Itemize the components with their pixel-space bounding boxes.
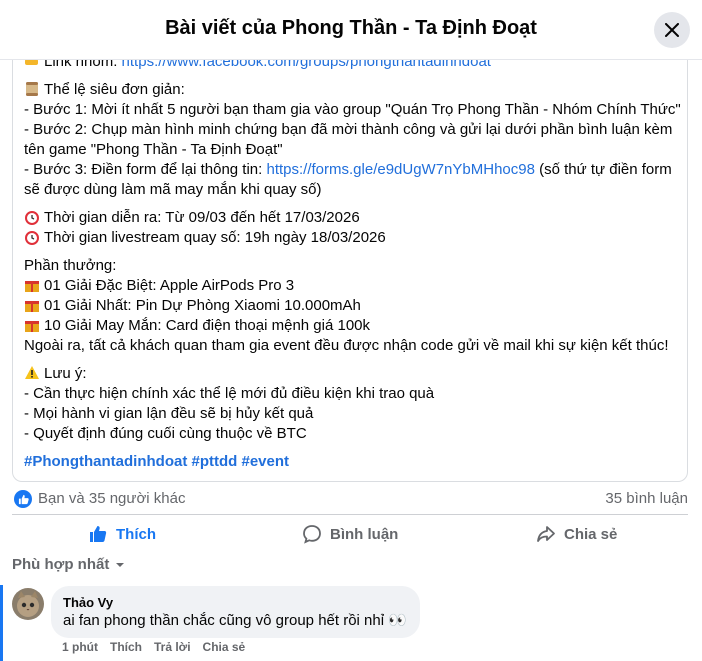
comment-sort-dropdown[interactable]: Phù hợp nhất [12,556,125,573]
comment-label: Bình luận [330,525,399,543]
share-button[interactable]: Chia sẻ [536,519,617,549]
speech-bubble-icon [303,525,321,544]
like-reaction-icon[interactable] [14,490,32,508]
warning-icon [25,366,39,379]
comment-author[interactable]: Thảo Vy [63,594,408,611]
avatar[interactable] [12,588,44,620]
chevron-down-icon [116,562,125,567]
note-2: - Mọi hành vi gian lận đều sẽ bị hủy kết… [24,405,314,422]
comment-bubble: Thảo Vy ai fan phong thần chắc cũng vô g… [51,586,420,638]
close-icon [665,23,679,37]
note-1: - Cần thực hiện chính xác thể lệ mới đủ … [24,385,435,402]
sort-label: Phù hợp nhất [12,556,110,573]
comment-text: ai fan phong thần chắc cũng vô group hết… [63,612,407,629]
rules-title: Thể lệ siêu đơn giản: [44,81,185,98]
step-3: - Bước 3: Điền form để lại thông tin: ht… [24,160,684,200]
like-button[interactable]: Thích [88,519,156,549]
step-1: - Bước 1: Mời ít nhất 5 người bạn tham g… [24,101,681,118]
alarm-clock-icon [25,231,39,245]
dialog-header: Bài viết của Phong Thần - Ta Định Đoạt [0,0,702,60]
post-actions: Thích Bình luận Chia sẻ [12,514,688,548]
comment-count[interactable]: 35 bình luận [605,490,688,507]
note-title: Lưu ý: [44,365,87,382]
close-button[interactable] [654,12,690,48]
gift-icon [25,301,39,312]
comment-reply-button[interactable]: Trả lời [154,640,191,654]
time-1: Thời gian diễn ra: Từ 09/03 đến hết 17/0… [44,209,360,226]
step-2: - Bước 2: Chụp màn hình minh chứng bạn đ… [24,121,673,158]
comment-time[interactable]: 1 phút [62,640,98,654]
comment-like-button[interactable]: Thích [110,640,142,654]
time-2: Thời gian livestream quay số: 19h ngày 1… [44,229,386,246]
like-label: Thích [116,525,156,543]
prize-1: 01 Giải Đặc Biệt: Apple AirPods Pro 3 [24,276,684,296]
time-line-1: Thời gian diễn ra: Từ 09/03 đến hết 17/0… [24,208,684,228]
comment-share-button[interactable]: Chia sẻ [203,640,246,654]
gift-icon [25,321,39,332]
alarm-clock-icon [25,211,39,225]
prize-3-text: 10 Giải May Mắn: Card điện thoại mệnh gi… [44,317,371,334]
note-title-line: Lưu ý: [24,364,684,384]
prize-1-text: 01 Giải Đặc Biệt: Apple AirPods Pro 3 [44,277,295,294]
comment-actions: 1 phút Thích Trả lời Chia sẻ [62,640,245,654]
prize-3: 10 Giải May Mắn: Card điện thoại mệnh gi… [24,316,684,336]
share-label: Chia sẻ [564,525,618,543]
hashtags[interactable]: #Phongthantadinhdoat #pttdd #event [24,452,684,472]
prize-2-text: 01 Giải Nhất: Pin Dự Phòng Xiaomi 10.000… [44,297,361,314]
prize-2: 01 Giải Nhất: Pin Dự Phòng Xiaomi 10.000… [24,296,684,316]
reaction-count[interactable]: Bạn và 35 người khác [38,490,185,507]
post-text: Link nhóm: https://www.facebook.com/grou… [24,52,684,472]
time-line-2: Thời gian livestream quay số: 19h ngày 1… [24,228,684,248]
prizes-title: Phần thưởng: [24,257,117,274]
form-link[interactable]: https://forms.gle/e9dUgW7nYbMHhoc98 [266,161,534,178]
step-3-prefix: - Bước 3: Điền form để lại thông tin: [24,161,267,178]
extra-note: Ngoài ra, tất cả khách quan tham gia eve… [24,337,669,354]
comment-button[interactable]: Bình luận [302,519,398,549]
gift-icon [25,281,39,292]
dialog-title: Bài viết của Phong Thần - Ta Định Đoạt [165,17,537,39]
rules-title-line: Thể lệ siêu đơn giản: [24,80,684,100]
new-comment-indicator [0,585,3,661]
thumbs-up-icon [90,526,107,542]
share-arrow-icon [537,526,555,542]
reactions-summary: Bạn và 35 người khác 35 bình luận [12,488,688,512]
scroll-icon [26,82,38,96]
note-3: - Quyết định đúng cuối cùng thuộc về BTC [24,425,307,442]
post-content-box: Link nhóm: https://www.facebook.com/grou… [12,44,688,482]
